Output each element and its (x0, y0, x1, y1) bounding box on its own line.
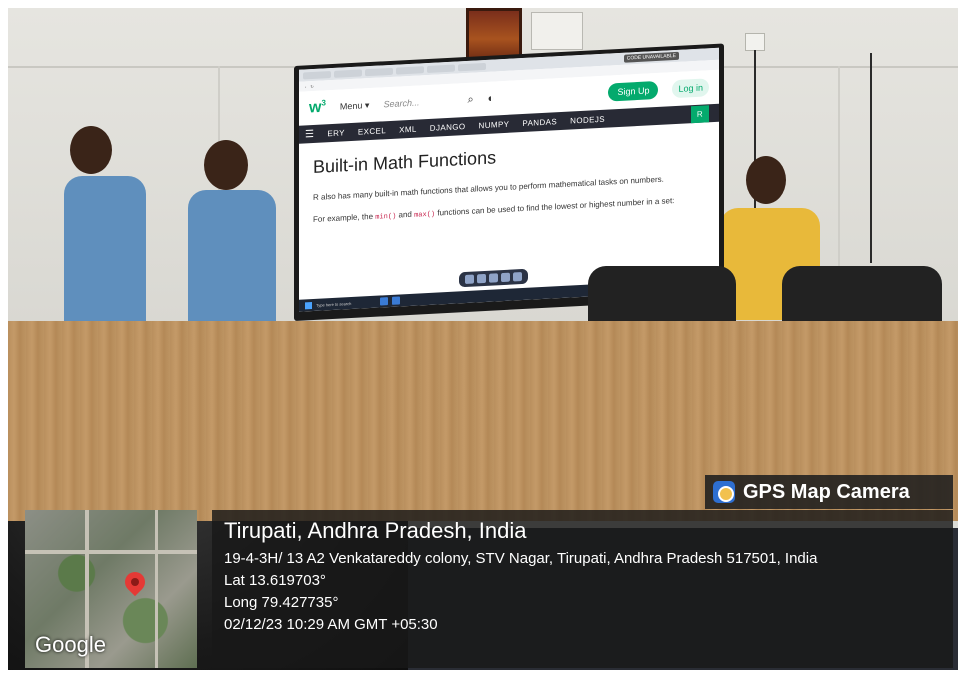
back-icon[interactable]: ‹ (305, 84, 306, 89)
reload-icon[interactable]: ↻ (310, 83, 313, 88)
contrast-toggle-icon[interactable]: ◐ (488, 93, 495, 105)
tool-icon (513, 272, 522, 282)
windows-start-icon[interactable] (305, 301, 312, 309)
gps-camera-icon (713, 481, 735, 503)
page-title: Built-in Math Functions (313, 147, 497, 178)
nav-item[interactable]: PANDAS (522, 117, 557, 128)
search-input[interactable]: Search... (383, 96, 453, 109)
nav-item[interactable]: NODEJS (570, 114, 605, 125)
log-in-button[interactable]: Log in (672, 78, 709, 99)
taskbar-app-icon[interactable] (380, 297, 388, 306)
w3schools-logo[interactable]: w3 (309, 98, 326, 117)
location-panel: Tirupati, Andhra Pradesh, India 19-4-3H/… (212, 510, 953, 668)
latitude-line: Lat 13.619703° (224, 572, 326, 589)
menu-button[interactable]: Menu ▾ (340, 100, 370, 113)
location-title: Tirupati, Andhra Pradesh, India (224, 518, 527, 543)
brand-label: GPS Map Camera (743, 480, 910, 503)
tool-icon (501, 272, 510, 283)
cable (870, 53, 872, 263)
gps-camera-brand: GPS Map Camera (705, 475, 953, 509)
page-content: Built-in Math Functions R also has many … (299, 122, 719, 252)
nav-item[interactable]: NUMPY (479, 119, 510, 130)
chair (588, 266, 736, 328)
tool-icon (477, 273, 486, 284)
chair (782, 266, 942, 328)
switchboard (531, 12, 583, 50)
nav-item[interactable]: EXCEL (358, 126, 386, 136)
search-icon[interactable]: ⌕ (467, 93, 473, 106)
wall-socket (745, 33, 765, 51)
tool-icon (489, 273, 498, 283)
address-line: 19-4-3H/ 13 A2 Venkatareddy colony, STV … (224, 550, 818, 567)
floating-toolbar[interactable] (459, 268, 528, 288)
nav-item[interactable]: ERY (327, 128, 345, 138)
nav-item[interactable]: DJANGO (430, 122, 466, 133)
longitude-line: Long 79.427735° (224, 594, 339, 611)
tool-icon (465, 274, 474, 285)
sign-up-button[interactable]: Sign Up (608, 80, 659, 102)
hamburger-icon[interactable]: ☰ (305, 128, 314, 139)
taskbar-app-icon[interactable] (392, 296, 400, 305)
map-thumbnail: Google (25, 510, 197, 668)
code-unavailable-badge: CODE UNAVAILABLE (623, 51, 679, 63)
location-pin-icon (120, 567, 150, 597)
nav-item-r[interactable]: R (690, 104, 709, 123)
datetime-line: 02/12/23 10:29 AM GMT +05:30 (224, 616, 438, 633)
google-logo: Google (35, 632, 106, 657)
nav-item[interactable]: XML (399, 124, 417, 134)
taskbar-search[interactable]: Type here to search (316, 299, 376, 307)
